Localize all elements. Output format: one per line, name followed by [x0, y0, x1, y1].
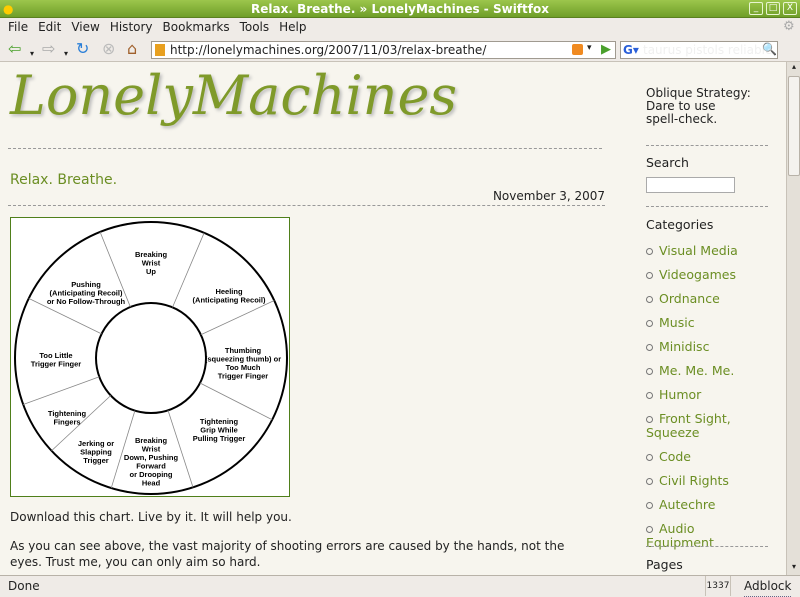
oblique-line: spell-check.	[646, 112, 718, 126]
divider	[646, 145, 768, 146]
divider	[8, 148, 602, 149]
category-label: Humor	[659, 387, 702, 402]
segment-label: Trigger Finger	[31, 360, 82, 369]
category-link[interactable]: Autechre	[646, 498, 766, 512]
counter: 1337	[705, 576, 731, 596]
menu-edit[interactable]: Edit	[33, 18, 66, 36]
back-dropdown-icon[interactable]: ▾	[30, 45, 34, 63]
search-heading: Search	[646, 155, 689, 170]
google-engine-icon[interactable]: G▾	[623, 43, 639, 57]
maximize-button[interactable]: □	[766, 2, 780, 15]
segment-label: or No Follow-Through	[47, 297, 126, 306]
scroll-up-icon[interactable]: ▴	[788, 62, 800, 74]
post-paragraph: Download this chart. Live by it. It will…	[10, 510, 292, 524]
menu-history[interactable]: History	[105, 18, 158, 36]
throbber-icon: ⚙	[783, 19, 795, 34]
category-link[interactable]: Me. Me. Me.	[646, 364, 766, 378]
segment-label: Pulling Trigger	[193, 434, 246, 443]
app-icon: ●	[3, 2, 14, 16]
category-link[interactable]: Humor	[646, 388, 766, 402]
minimize-button[interactable]: _	[749, 2, 763, 15]
rss-icon[interactable]	[572, 44, 583, 55]
segment-label: Head	[142, 479, 161, 488]
segment-divider	[23, 376, 100, 405]
pages-heading: Pages	[646, 557, 683, 572]
favicon-icon	[155, 44, 165, 56]
site-logo[interactable]: LonelyMachines	[10, 64, 457, 127]
status-bar: Done 1337 Adblock	[0, 575, 800, 597]
forward-dropdown-icon[interactable]: ▾	[64, 45, 68, 63]
category-label: Front Sight, Squeeze	[646, 411, 731, 440]
window-title: Relax. Breathe. » LonelyMachines - Swift…	[251, 2, 549, 16]
menu-file[interactable]: File	[3, 18, 33, 36]
stop-icon[interactable]: ⊗	[102, 40, 115, 58]
category-link[interactable]: Videogames	[646, 268, 766, 282]
category-link[interactable]: Code	[646, 450, 766, 464]
divider	[646, 206, 768, 207]
reload-icon[interactable]: ↻	[76, 40, 89, 58]
menubar: File Edit View History Bookmarks Tools Help	[0, 18, 800, 36]
category-label: Ordnance	[659, 291, 720, 306]
segment-divider	[200, 300, 275, 336]
category-label: Music	[659, 315, 695, 330]
menu-help[interactable]: Help	[274, 18, 311, 36]
search-input[interactable]: taurus pistols reliable	[620, 41, 778, 59]
segment-label: Fingers	[53, 418, 80, 427]
segment-label: Up	[146, 267, 156, 276]
categories-heading: Categories	[646, 217, 714, 232]
category-link[interactable]: Ordnance	[646, 292, 766, 306]
segment-label: (Anticipating Recoil)	[193, 296, 266, 305]
menu-bookmarks[interactable]: Bookmarks	[158, 18, 235, 36]
category-label: Videogames	[659, 267, 736, 282]
category-link[interactable]: Music	[646, 316, 766, 330]
window-titlebar: Relax. Breathe. » LonelyMachines - Swift…	[0, 0, 800, 18]
post-title[interactable]: Relax. Breathe.	[10, 172, 117, 188]
status-text: Done	[8, 579, 40, 593]
category-label: Code	[659, 449, 692, 464]
divider	[646, 546, 768, 547]
url-dropdown-icon[interactable]: ▾	[587, 43, 592, 53]
url-text: http://lonelymachines.org/2007/11/03/rel…	[170, 43, 487, 57]
adblock-button[interactable]: Adblock	[744, 576, 792, 597]
vertical-scrollbar[interactable]: ▴ ▾	[786, 62, 800, 575]
category-link[interactable]: Civil Rights	[646, 474, 766, 488]
go-icon[interactable]: ▶	[601, 42, 611, 57]
menu-view[interactable]: View	[66, 18, 104, 36]
segment-label: Trigger Finger	[218, 372, 269, 381]
category-link[interactable]: Minidisc	[646, 340, 766, 354]
search-magnifier-icon[interactable]: 🔍	[762, 42, 777, 56]
page-content: LonelyMachines Relax. Breathe. November …	[0, 62, 786, 575]
search-value: taurus pistols reliable	[643, 43, 773, 57]
category-label: Minidisc	[659, 339, 710, 354]
segment-divider	[199, 382, 273, 421]
menu-tools[interactable]: Tools	[235, 18, 275, 36]
category-label: Me. Me. Me.	[659, 363, 735, 378]
oblique-strategy: Oblique Strategy: Dare to use spell-chec…	[646, 87, 751, 126]
close-button[interactable]: X	[783, 2, 797, 15]
sidebar-search-input[interactable]	[646, 177, 735, 193]
divider	[8, 205, 605, 206]
category-link[interactable]: Front Sight, Squeeze	[646, 412, 766, 440]
scroll-down-icon[interactable]: ▾	[788, 562, 800, 574]
forward-icon[interactable]: ⇨	[42, 40, 55, 58]
home-icon[interactable]: ⌂	[127, 40, 137, 58]
post-paragraph: As you can see above, the vast majority …	[10, 539, 565, 569]
scrollbar-thumb[interactable]	[788, 76, 800, 176]
url-input[interactable]: http://lonelymachines.org/2007/11/03/rel…	[151, 41, 616, 59]
segment-label: Trigger	[83, 456, 109, 465]
shooting-errors-chart[interactable]: BreakingWristUpHeeling(Anticipating Reco…	[10, 217, 290, 497]
category-label: Civil Rights	[659, 473, 729, 488]
category-link[interactable]: Visual Media	[646, 244, 766, 258]
post-date: November 3, 2007	[492, 189, 605, 203]
category-label: Autechre	[659, 497, 716, 512]
category-label: Visual Media	[659, 243, 738, 258]
inner-ring	[95, 302, 207, 414]
back-icon[interactable]: ⇦	[8, 40, 21, 58]
